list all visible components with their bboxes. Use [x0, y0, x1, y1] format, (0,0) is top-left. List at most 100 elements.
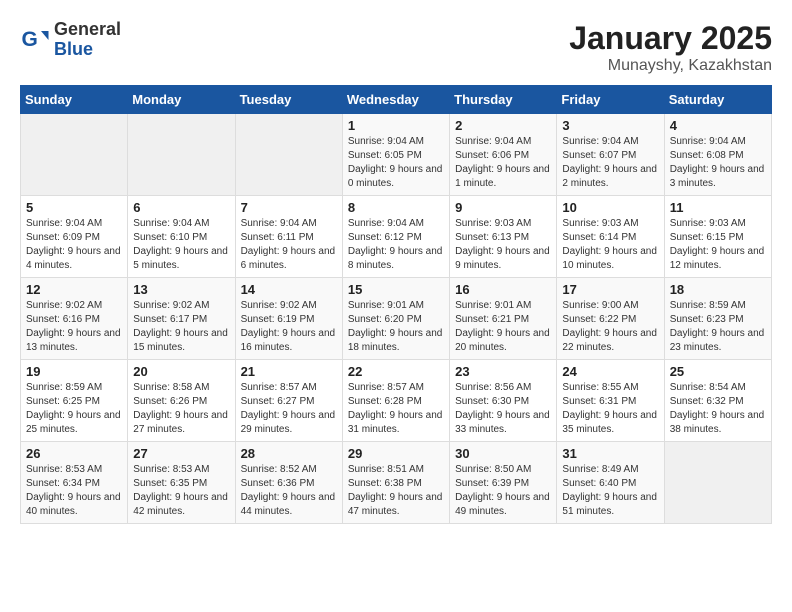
calendar-week-row: 5 Sunrise: 9:04 AM Sunset: 6:09 PM Dayli…	[21, 196, 772, 278]
calendar-cell: 28 Sunrise: 8:52 AM Sunset: 6:36 PM Dayl…	[235, 442, 342, 524]
calendar-cell: 23 Sunrise: 8:56 AM Sunset: 6:30 PM Dayl…	[450, 360, 557, 442]
calendar-cell: 26 Sunrise: 8:53 AM Sunset: 6:34 PM Dayl…	[21, 442, 128, 524]
calendar-cell: 15 Sunrise: 9:01 AM Sunset: 6:20 PM Dayl…	[342, 278, 449, 360]
day-number: 23	[455, 364, 551, 379]
day-info: Sunrise: 8:50 AM Sunset: 6:39 PM Dayligh…	[455, 463, 551, 519]
day-number: 1	[348, 118, 444, 133]
day-number: 27	[133, 446, 229, 461]
day-number: 8	[348, 200, 444, 215]
day-number: 3	[562, 118, 658, 133]
day-number: 5	[26, 200, 122, 215]
weekday-header: Saturday	[664, 86, 771, 114]
day-info: Sunrise: 9:03 AM Sunset: 6:15 PM Dayligh…	[670, 217, 766, 273]
calendar-cell: 30 Sunrise: 8:50 AM Sunset: 6:39 PM Dayl…	[450, 442, 557, 524]
day-number: 21	[241, 364, 337, 379]
day-info: Sunrise: 8:59 AM Sunset: 6:25 PM Dayligh…	[26, 381, 122, 437]
logo: G General Blue	[20, 20, 121, 60]
day-info: Sunrise: 8:54 AM Sunset: 6:32 PM Dayligh…	[670, 381, 766, 437]
calendar-cell: 25 Sunrise: 8:54 AM Sunset: 6:32 PM Dayl…	[664, 360, 771, 442]
day-number: 4	[670, 118, 766, 133]
calendar-cell: 31 Sunrise: 8:49 AM Sunset: 6:40 PM Dayl…	[557, 442, 664, 524]
calendar-cell: 18 Sunrise: 8:59 AM Sunset: 6:23 PM Dayl…	[664, 278, 771, 360]
day-info: Sunrise: 8:55 AM Sunset: 6:31 PM Dayligh…	[562, 381, 658, 437]
day-info: Sunrise: 8:49 AM Sunset: 6:40 PM Dayligh…	[562, 463, 658, 519]
weekday-header: Tuesday	[235, 86, 342, 114]
calendar-cell: 11 Sunrise: 9:03 AM Sunset: 6:15 PM Dayl…	[664, 196, 771, 278]
calendar-cell: 5 Sunrise: 9:04 AM Sunset: 6:09 PM Dayli…	[21, 196, 128, 278]
calendar-cell: 10 Sunrise: 9:03 AM Sunset: 6:14 PM Dayl…	[557, 196, 664, 278]
day-info: Sunrise: 9:04 AM Sunset: 6:12 PM Dayligh…	[348, 217, 444, 273]
calendar-cell	[235, 114, 342, 196]
day-info: Sunrise: 9:00 AM Sunset: 6:22 PM Dayligh…	[562, 299, 658, 355]
day-number: 31	[562, 446, 658, 461]
weekday-header: Sunday	[21, 86, 128, 114]
title-block: January 2025 Munayshy, Kazakhstan	[569, 20, 772, 75]
day-number: 13	[133, 282, 229, 297]
day-info: Sunrise: 9:03 AM Sunset: 6:13 PM Dayligh…	[455, 217, 551, 273]
location: Munayshy, Kazakhstan	[569, 57, 772, 75]
day-number: 16	[455, 282, 551, 297]
day-info: Sunrise: 9:02 AM Sunset: 6:17 PM Dayligh…	[133, 299, 229, 355]
day-number: 12	[26, 282, 122, 297]
day-info: Sunrise: 9:04 AM Sunset: 6:05 PM Dayligh…	[348, 135, 444, 191]
day-info: Sunrise: 8:57 AM Sunset: 6:27 PM Dayligh…	[241, 381, 337, 437]
day-info: Sunrise: 9:04 AM Sunset: 6:11 PM Dayligh…	[241, 217, 337, 273]
logo-general: General	[54, 20, 121, 40]
day-number: 9	[455, 200, 551, 215]
day-info: Sunrise: 9:01 AM Sunset: 6:20 PM Dayligh…	[348, 299, 444, 355]
day-info: Sunrise: 8:53 AM Sunset: 6:34 PM Dayligh…	[26, 463, 122, 519]
calendar-week-row: 1 Sunrise: 9:04 AM Sunset: 6:05 PM Dayli…	[21, 114, 772, 196]
calendar-week-row: 12 Sunrise: 9:02 AM Sunset: 6:16 PM Dayl…	[21, 278, 772, 360]
calendar-cell: 9 Sunrise: 9:03 AM Sunset: 6:13 PM Dayli…	[450, 196, 557, 278]
calendar-cell: 19 Sunrise: 8:59 AM Sunset: 6:25 PM Dayl…	[21, 360, 128, 442]
calendar-cell: 21 Sunrise: 8:57 AM Sunset: 6:27 PM Dayl…	[235, 360, 342, 442]
weekday-header: Thursday	[450, 86, 557, 114]
calendar-cell: 12 Sunrise: 9:02 AM Sunset: 6:16 PM Dayl…	[21, 278, 128, 360]
weekday-header: Wednesday	[342, 86, 449, 114]
day-info: Sunrise: 8:52 AM Sunset: 6:36 PM Dayligh…	[241, 463, 337, 519]
calendar-cell: 3 Sunrise: 9:04 AM Sunset: 6:07 PM Dayli…	[557, 114, 664, 196]
weekday-header: Friday	[557, 86, 664, 114]
logo-blue: Blue	[54, 40, 121, 60]
calendar-cell: 2 Sunrise: 9:04 AM Sunset: 6:06 PM Dayli…	[450, 114, 557, 196]
day-info: Sunrise: 9:04 AM Sunset: 6:10 PM Dayligh…	[133, 217, 229, 273]
day-number: 28	[241, 446, 337, 461]
day-info: Sunrise: 9:04 AM Sunset: 6:06 PM Dayligh…	[455, 135, 551, 191]
day-number: 20	[133, 364, 229, 379]
calendar-cell: 6 Sunrise: 9:04 AM Sunset: 6:10 PM Dayli…	[128, 196, 235, 278]
calendar-cell	[21, 114, 128, 196]
day-info: Sunrise: 9:03 AM Sunset: 6:14 PM Dayligh…	[562, 217, 658, 273]
calendar-cell: 1 Sunrise: 9:04 AM Sunset: 6:05 PM Dayli…	[342, 114, 449, 196]
day-number: 19	[26, 364, 122, 379]
day-number: 24	[562, 364, 658, 379]
month-title: January 2025	[569, 20, 772, 57]
day-info: Sunrise: 8:58 AM Sunset: 6:26 PM Dayligh…	[133, 381, 229, 437]
weekday-header: Monday	[128, 86, 235, 114]
day-number: 11	[670, 200, 766, 215]
day-info: Sunrise: 9:02 AM Sunset: 6:19 PM Dayligh…	[241, 299, 337, 355]
logo-icon: G	[20, 25, 50, 55]
page-header: G General Blue January 2025 Munayshy, Ka…	[20, 20, 772, 75]
day-number: 18	[670, 282, 766, 297]
calendar-cell: 24 Sunrise: 8:55 AM Sunset: 6:31 PM Dayl…	[557, 360, 664, 442]
calendar-cell	[664, 442, 771, 524]
day-info: Sunrise: 8:51 AM Sunset: 6:38 PM Dayligh…	[348, 463, 444, 519]
calendar-cell	[128, 114, 235, 196]
calendar-cell: 17 Sunrise: 9:00 AM Sunset: 6:22 PM Dayl…	[557, 278, 664, 360]
calendar-week-row: 26 Sunrise: 8:53 AM Sunset: 6:34 PM Dayl…	[21, 442, 772, 524]
day-info: Sunrise: 8:57 AM Sunset: 6:28 PM Dayligh…	[348, 381, 444, 437]
calendar-cell: 22 Sunrise: 8:57 AM Sunset: 6:28 PM Dayl…	[342, 360, 449, 442]
svg-text:G: G	[22, 28, 38, 51]
day-number: 29	[348, 446, 444, 461]
day-number: 17	[562, 282, 658, 297]
calendar-cell: 4 Sunrise: 9:04 AM Sunset: 6:08 PM Dayli…	[664, 114, 771, 196]
day-number: 6	[133, 200, 229, 215]
day-info: Sunrise: 9:02 AM Sunset: 6:16 PM Dayligh…	[26, 299, 122, 355]
calendar-cell: 16 Sunrise: 9:01 AM Sunset: 6:21 PM Dayl…	[450, 278, 557, 360]
day-info: Sunrise: 8:53 AM Sunset: 6:35 PM Dayligh…	[133, 463, 229, 519]
day-number: 14	[241, 282, 337, 297]
calendar-cell: 14 Sunrise: 9:02 AM Sunset: 6:19 PM Dayl…	[235, 278, 342, 360]
day-number: 7	[241, 200, 337, 215]
day-info: Sunrise: 9:04 AM Sunset: 6:07 PM Dayligh…	[562, 135, 658, 191]
day-number: 10	[562, 200, 658, 215]
